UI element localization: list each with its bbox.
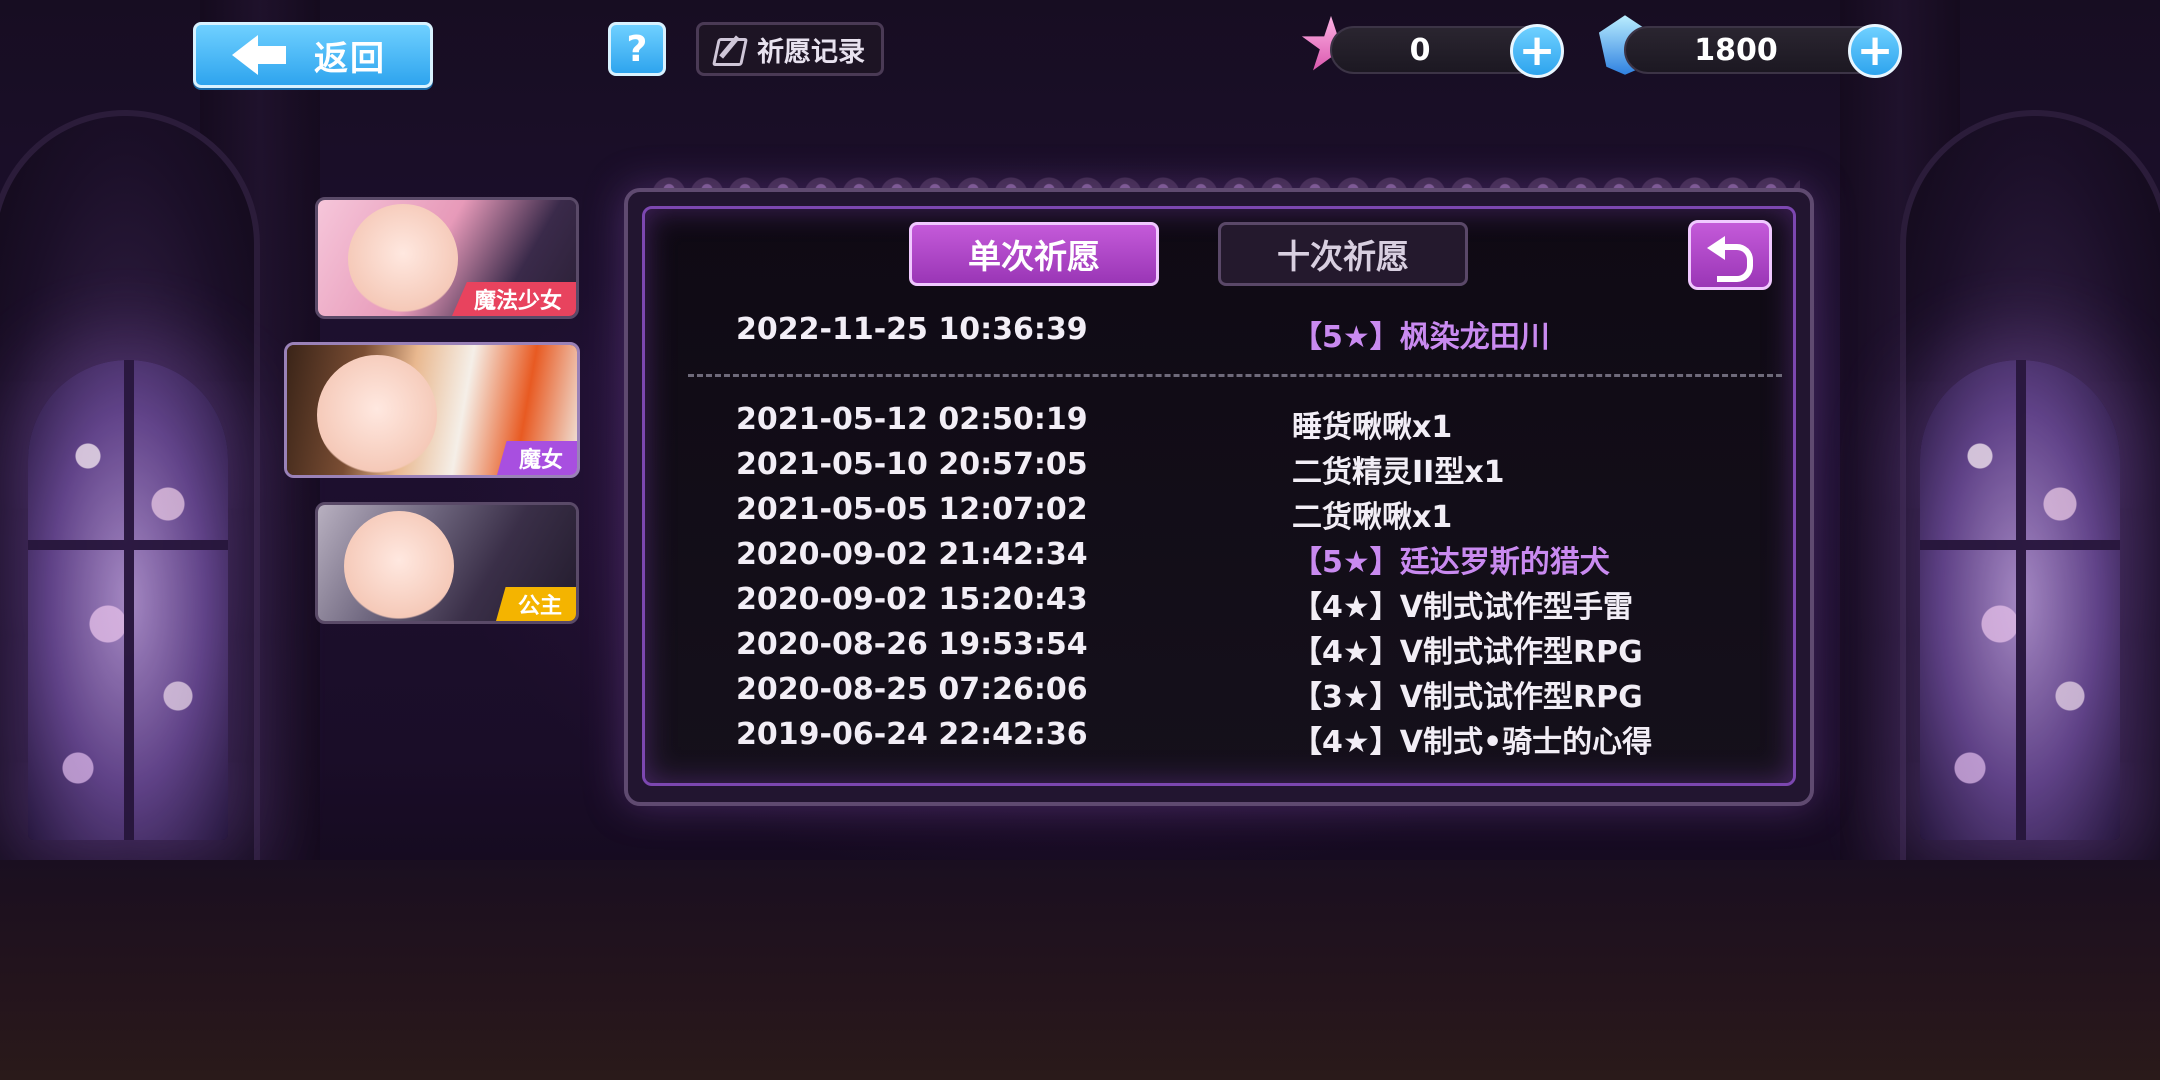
record-row: 2019-06-24 22:42:36 【4★】V制式•骑士的心得 [736, 717, 1736, 761]
undo-arrow-icon [1707, 236, 1753, 282]
star-currency-display: 0 + [1330, 24, 1564, 78]
character-tab-label: 魔法少女 [451, 282, 576, 316]
record-time: 2022-11-25 10:36:39 [736, 312, 1088, 347]
character-tab-label: 公主 [495, 587, 576, 621]
record-item: 【5★】廷达罗斯的猎犬 [1292, 545, 1610, 580]
character-face [317, 355, 437, 475]
record-row: 2020-09-02 21:42:34 【5★】廷达罗斯的猎犬 [736, 537, 1736, 581]
record-row: 2021-05-10 20:57:05 二货精灵II型x1 [736, 447, 1736, 491]
back-button-label: 返回 [314, 38, 386, 79]
record-time: 2021-05-12 02:50:19 [736, 402, 1088, 437]
character-tab-magical-girl[interactable]: 魔法少女 [315, 197, 579, 319]
undo-button[interactable] [1688, 220, 1772, 290]
right-stained-glass-window [1920, 360, 2120, 840]
dashed-divider [688, 374, 1782, 377]
character-tab-witch[interactable]: 魔女 [284, 342, 580, 478]
record-item: 【3★】V制式试作型RPG [1292, 680, 1643, 715]
back-button[interactable]: 返回 [193, 22, 433, 88]
record-item: 二货精灵II型x1 [1292, 455, 1505, 490]
back-arrow-icon [232, 35, 286, 75]
edit-record-icon [713, 34, 747, 64]
record-row: 2020-09-02 15:20:43 【4★】V制式试作型手雷 [736, 582, 1736, 626]
left-stained-glass-window [28, 360, 228, 840]
record-item: 睡货啾啾x1 [1292, 410, 1453, 445]
record-item: 【4★】V制式试作型手雷 [1292, 590, 1633, 625]
character-tab-label: 魔女 [496, 441, 577, 475]
record-row: 2021-05-12 02:50:19 睡货啾啾x1 [736, 402, 1736, 446]
star-currency-value: 0 [1409, 32, 1431, 68]
record-item: 二货啾啾x1 [1292, 500, 1453, 535]
record-row: 2021-05-05 12:07:02 二货啾啾x1 [736, 492, 1736, 536]
character-face [348, 204, 458, 314]
record-row: 2020-08-25 07:26:06 【3★】V制式试作型RPG [736, 672, 1736, 716]
featured-record-row: 2022-11-25 10:36:39 【5★】枫染龙田川 [736, 312, 1736, 356]
add-gem-currency-button[interactable]: + [1848, 24, 1902, 78]
gem-currency-display: 1800 + [1624, 24, 1902, 78]
help-button[interactable]: ? [608, 22, 666, 76]
record-item: 【4★】V制式试作型RPG [1292, 635, 1643, 670]
record-item: 【5★】枫染龙田川 [1292, 320, 1550, 355]
character-face [344, 511, 454, 621]
tab-ten-wish[interactable]: 十次祈愿 [1218, 222, 1468, 286]
tab-single-wish[interactable]: 单次祈愿 [909, 222, 1159, 286]
record-time: 2021-05-05 12:07:02 [736, 492, 1088, 527]
wish-record-button[interactable]: 祈愿记录 [696, 22, 884, 76]
wish-record-label: 祈愿记录 [757, 36, 865, 68]
record-time: 2021-05-10 20:57:05 [736, 447, 1088, 482]
character-tab-princess[interactable]: 公主 [315, 502, 579, 624]
record-time: 2020-08-25 07:26:06 [736, 672, 1088, 707]
add-star-currency-button[interactable]: + [1510, 24, 1564, 78]
gem-currency-value: 1800 [1694, 32, 1778, 68]
record-item: 【4★】V制式•骑士的心得 [1292, 725, 1653, 760]
floor [0, 860, 2160, 1080]
record-time: 2020-09-02 21:42:34 [736, 537, 1088, 572]
record-time: 2020-09-02 15:20:43 [736, 582, 1088, 617]
record-time: 2019-06-24 22:42:36 [736, 717, 1088, 752]
record-row: 2020-08-26 19:53:54 【4★】V制式试作型RPG [736, 627, 1736, 671]
record-time: 2020-08-26 19:53:54 [736, 627, 1088, 662]
